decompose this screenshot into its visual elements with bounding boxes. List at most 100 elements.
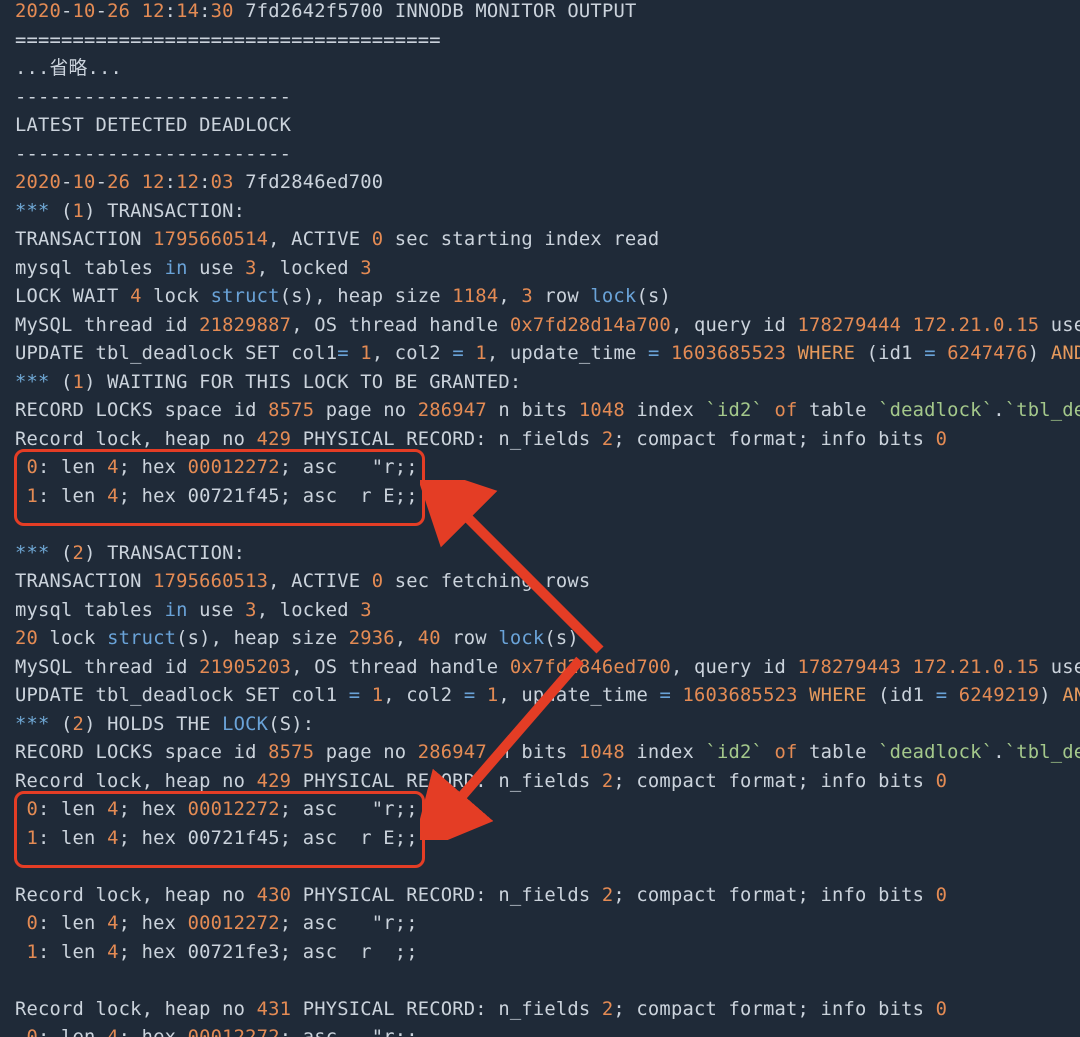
field-idx: 0	[27, 457, 39, 478]
t: row	[533, 286, 591, 307]
t: ; asc "r;;	[280, 457, 418, 478]
dash-line: ------------------------	[15, 144, 291, 165]
t: mysql tables	[15, 258, 165, 279]
t: lock	[38, 628, 107, 649]
dot: .	[993, 400, 1005, 421]
field-hex: 00721fe3	[188, 942, 280, 963]
dot: .	[993, 742, 1005, 763]
stars: ***	[15, 372, 50, 393]
t: (id1	[855, 343, 924, 364]
t: index	[625, 400, 706, 421]
kw-struct: struct	[107, 628, 176, 649]
t: )	[1039, 685, 1062, 706]
thread-handle: 7fd2642f5700	[245, 1, 383, 22]
dash-line: ------------------------	[15, 87, 291, 108]
t: : len	[38, 942, 107, 963]
tx-id: 1795660513	[153, 571, 268, 592]
t: , OS thread handle	[291, 657, 510, 678]
t: , OS thread handle	[291, 315, 510, 336]
tx-number: 2	[73, 543, 85, 564]
t: MySQL thread id	[15, 657, 199, 678]
t: sec starting index read	[383, 229, 659, 250]
t: ; hex	[119, 942, 188, 963]
n-bits: 1048	[579, 742, 625, 763]
t: : len	[38, 486, 107, 507]
t: : len	[38, 913, 107, 934]
db-name: `deadlock`	[878, 400, 993, 421]
id1: 6249219	[959, 685, 1040, 706]
t: n bits	[487, 400, 579, 421]
t: user	[1039, 315, 1080, 336]
omit-cn: 省略	[50, 58, 88, 79]
heap-size: 2936	[349, 628, 395, 649]
eq: =	[659, 685, 671, 706]
t: PHYSICAL RECORD: n_fields	[291, 885, 602, 906]
heap-no: 430	[257, 885, 292, 906]
kw-in: in	[165, 600, 188, 621]
kw-lock: lock	[590, 286, 636, 307]
kw-of: of	[775, 400, 798, 421]
title: INNODB MONITOR OUTPUT	[395, 1, 637, 22]
n-fields: 2	[602, 429, 614, 450]
ellipsis: ...	[88, 58, 123, 79]
field-len: 4	[107, 942, 119, 963]
val: 1	[372, 685, 384, 706]
kw-and: AND	[1051, 343, 1080, 364]
kw-lock: LOCK	[222, 714, 268, 735]
t: use	[188, 258, 246, 279]
t: ; asc r ;;	[280, 942, 418, 963]
t: Record lock, heap no	[15, 885, 257, 906]
hdr: ) TRANSACTION:	[84, 201, 245, 222]
kw-lock: lock	[498, 628, 544, 649]
t: ; compact format; info bits	[613, 885, 935, 906]
t: : len	[38, 457, 107, 478]
lock-n: 20	[15, 628, 38, 649]
os-handle: 0x7fd2846ed700	[510, 657, 671, 678]
t: Record lock, heap no	[15, 999, 257, 1020]
n-fields: 2	[602, 885, 614, 906]
t: ; hex	[119, 1027, 188, 1037]
field-hex: 00012272	[188, 799, 280, 820]
t: , update_time	[498, 685, 659, 706]
t: ; asc r E;;	[280, 828, 418, 849]
t: : len	[38, 828, 107, 849]
field-len: 4	[107, 799, 119, 820]
eq: =	[337, 343, 349, 364]
active-sec: 0	[372, 229, 384, 250]
time-s: 03	[211, 172, 234, 193]
page-no: 286947	[418, 400, 487, 421]
field-idx: 0	[27, 1027, 39, 1037]
t: , query id	[671, 657, 798, 678]
time-m: 14	[176, 1, 199, 22]
t: n bits	[487, 742, 579, 763]
t: row	[441, 628, 499, 649]
t: ; compact format; info bits	[613, 429, 935, 450]
separator-line: =====================================	[15, 30, 441, 51]
t: ,	[395, 628, 418, 649]
date-month: 10	[73, 172, 96, 193]
t: (s), heap size	[176, 628, 349, 649]
t: sec fetching rows	[383, 571, 590, 592]
t: ; hex	[119, 828, 188, 849]
t: , col2	[383, 685, 464, 706]
date-month: 10	[73, 1, 96, 22]
time-h: 12	[142, 1, 165, 22]
field-len: 4	[107, 457, 119, 478]
t: mysql tables	[15, 600, 165, 621]
field-hex: 00012272	[188, 457, 280, 478]
id1: 6247476	[947, 343, 1028, 364]
t: ,	[498, 286, 521, 307]
t: , col2	[372, 343, 453, 364]
field-len: 4	[107, 1027, 119, 1037]
field-len: 4	[107, 828, 119, 849]
t: UPDATE tbl_deadlock SET col1	[15, 343, 337, 364]
log-output: 2020-10-26 12:14:30 7fd2642f5700 INNODB …	[15, 0, 1080, 1037]
info-bits: 0	[936, 771, 948, 792]
t: (s), heap size	[280, 286, 453, 307]
field-idx: 1	[27, 942, 39, 963]
db-name: `deadlock`	[878, 742, 993, 763]
time-s: 30	[211, 1, 234, 22]
kw-struct: struct	[211, 286, 280, 307]
t: ; asc "r;;	[280, 913, 418, 934]
field-idx: 1	[27, 828, 39, 849]
